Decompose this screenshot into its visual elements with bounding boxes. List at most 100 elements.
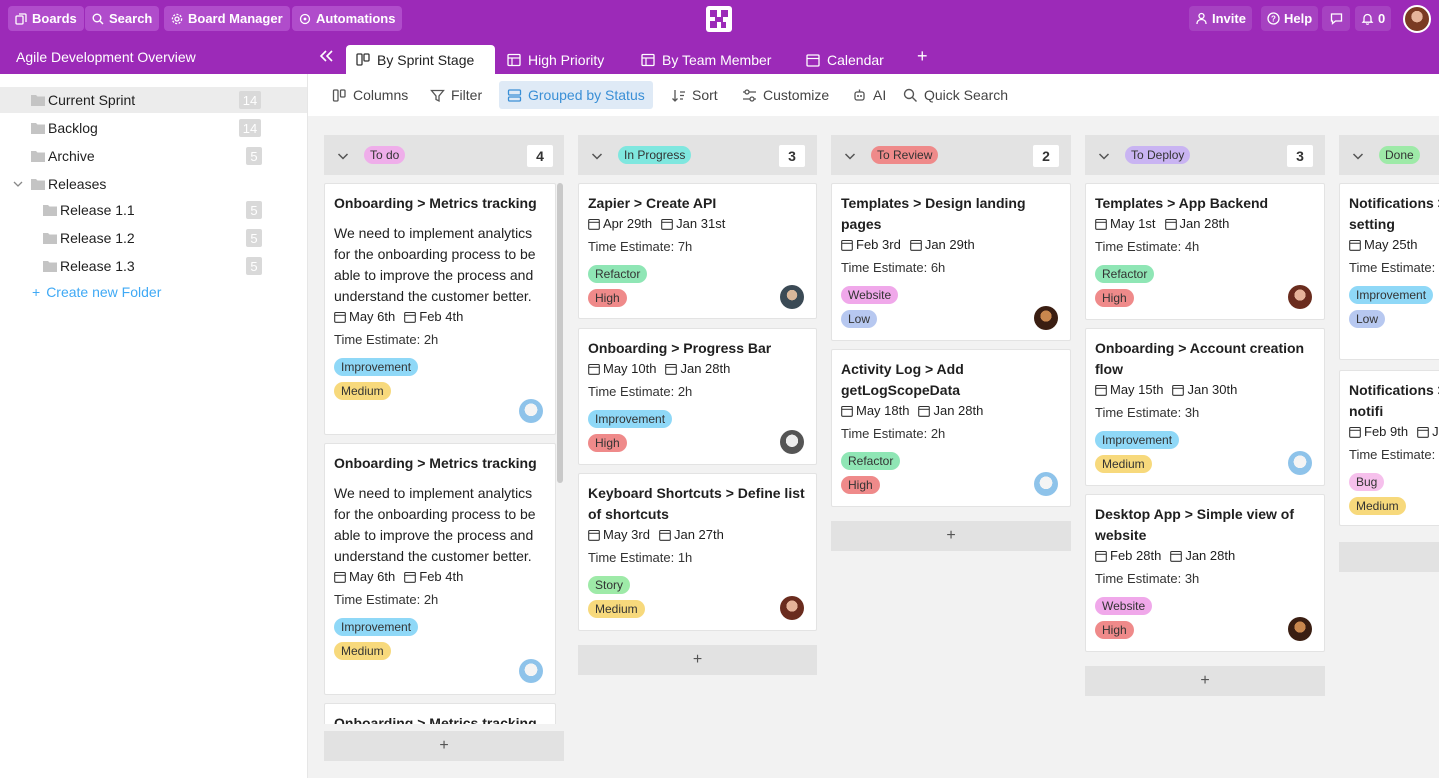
filter-button[interactable]: Filter — [422, 81, 490, 109]
calendar-icon — [1170, 550, 1183, 562]
card-title: Onboarding > Account creation flow — [1095, 340, 1305, 377]
tag-priority: High — [588, 434, 627, 452]
sort-button[interactable]: Sort — [663, 81, 726, 109]
folder-release-1-1[interactable]: Release 1.1 5 — [0, 197, 307, 223]
calendar-icon — [1172, 384, 1185, 396]
task-card[interactable]: Onboarding > Progress Bar May 10th Jan 2… — [578, 328, 817, 465]
card-description: We need to implement analytics for the o… — [334, 225, 536, 304]
assignee-avatar[interactable] — [1288, 451, 1312, 475]
customize-button[interactable]: Customize — [734, 81, 837, 109]
column-header-in-progress[interactable]: In Progress 3 — [578, 135, 817, 175]
status-badge: In Progress — [618, 146, 692, 164]
tab-calendar[interactable]: Calendar — [796, 45, 894, 74]
assignee-avatar[interactable] — [519, 659, 543, 683]
assignee-avatar[interactable] — [1288, 617, 1312, 641]
card-title: Onboarding > Metrics tracking — [334, 195, 537, 211]
tag-type: Improvement — [1349, 286, 1434, 304]
calendar-icon — [334, 571, 346, 583]
task-card[interactable]: Notifications > Mention notifi Feb 9th J… — [1339, 370, 1439, 526]
assignee-avatar[interactable] — [1034, 472, 1058, 496]
help-button[interactable]: ? Help — [1261, 6, 1319, 31]
assignee-avatar[interactable] — [780, 285, 804, 309]
folder-release-1-2[interactable]: Release 1.2 5 — [0, 225, 307, 251]
column-header-to-deploy[interactable]: To Deploy 3 — [1085, 135, 1325, 175]
folder-icon — [31, 179, 45, 190]
assignee-avatar[interactable] — [519, 399, 543, 423]
chevron-down-icon[interactable] — [1351, 149, 1365, 163]
calendar-icon — [1095, 550, 1107, 562]
task-card[interactable]: Templates > Design landing pages Feb 3rd… — [831, 183, 1071, 341]
chevron-down-icon[interactable] — [843, 149, 857, 163]
calendar-icon — [1417, 426, 1429, 438]
chevron-down-icon[interactable] — [336, 149, 350, 163]
card-title: Desktop App > Simple view of website — [1095, 506, 1295, 543]
create-folder-button[interactable]: + Create new Folder — [32, 284, 161, 300]
assignee-avatar[interactable] — [1034, 306, 1058, 330]
collapse-sidebar-icon[interactable] — [318, 47, 336, 65]
folder-current-sprint[interactable]: Current Sprint 14 — [0, 87, 307, 113]
search-button[interactable]: Search — [85, 6, 160, 31]
automations-icon — [299, 13, 311, 24]
start-date: May 1st — [1110, 216, 1156, 231]
notifications-button[interactable]: 0 — [1355, 6, 1392, 31]
automations-button[interactable]: Automations — [292, 6, 403, 31]
due-date: Feb 4th — [419, 309, 464, 324]
calendar-icon — [588, 218, 600, 230]
task-card[interactable]: Onboarding > Account creation flow May 1… — [1085, 328, 1325, 486]
chat-button[interactable] — [1322, 6, 1350, 31]
assignee-avatar[interactable] — [780, 596, 804, 620]
column-scrollbar[interactable] — [557, 183, 563, 483]
quick-search-input[interactable]: Quick Search — [895, 81, 1016, 109]
task-card[interactable]: Onboarding > Metrics tracking We need to… — [324, 183, 556, 435]
add-card-button[interactable]: + — [578, 645, 817, 675]
task-card[interactable]: Keyboard Shortcuts > Define list of shor… — [578, 473, 817, 631]
folder-backlog[interactable]: Backlog 14 — [0, 115, 307, 141]
add-card-button[interactable]: + — [1085, 666, 1325, 696]
assignee-avatar[interactable] — [1288, 285, 1312, 309]
task-card[interactable]: Notifications > notification at setting … — [1339, 183, 1439, 360]
time-estimate: Time Estimate: 6h — [841, 260, 946, 275]
ai-label: AI — [873, 87, 887, 103]
folder-archive[interactable]: Archive 5 — [0, 143, 307, 169]
column-count: 2 — [1033, 145, 1059, 167]
due-date: Ja — [1432, 424, 1439, 439]
card-title: Keyboard Shortcuts > Define list of shor… — [588, 485, 805, 522]
columns-button[interactable]: Columns — [324, 81, 416, 109]
chevron-down-icon[interactable] — [12, 178, 24, 190]
user-avatar[interactable] — [1403, 5, 1431, 33]
invite-button[interactable]: Invite — [1189, 6, 1252, 31]
tab-by-sprint-stage[interactable]: By Sprint Stage — [346, 45, 495, 74]
folder-count: 14 — [239, 91, 261, 109]
add-card-button[interactable] — [1339, 542, 1439, 572]
tab-label: High Priority — [528, 51, 605, 68]
ai-button[interactable]: AI — [844, 81, 894, 109]
folder-release-1-3[interactable]: Release 1.3 5 — [0, 253, 307, 279]
folder-count: 5 — [246, 229, 262, 247]
grouped-by-status-button[interactable]: Grouped by Status — [499, 81, 653, 109]
tag-improvement: Improvement — [334, 358, 419, 376]
tab-high-priority[interactable]: High Priority — [497, 45, 614, 74]
task-card[interactable]: Desktop App > Simple view of website Feb… — [1085, 494, 1325, 652]
folder-releases[interactable]: Releases — [0, 171, 307, 197]
board-manager-button[interactable]: Board Manager — [164, 6, 290, 31]
card-dates: May 25th — [1349, 235, 1439, 254]
add-tab-button[interactable]: + — [917, 47, 928, 65]
chevron-down-icon[interactable] — [1097, 149, 1111, 163]
column-header-to-review[interactable]: To Review 2 — [831, 135, 1071, 175]
chevron-down-icon[interactable] — [590, 149, 604, 163]
tag-priority: High — [1095, 289, 1134, 307]
assignee-avatar[interactable] — [780, 430, 804, 454]
time-estimate: Time Estimate: 2 — [1349, 260, 1439, 275]
add-card-button[interactable]: + — [831, 521, 1071, 551]
task-card[interactable]: Onboarding > Metrics tracking We need to… — [324, 443, 556, 695]
task-card[interactable]: Activity Log > Add getLogScopeData May 1… — [831, 349, 1071, 507]
boards-button[interactable]: Boards — [8, 6, 84, 31]
task-card[interactable]: Templates > App Backend May 1st Jan 28th… — [1085, 183, 1325, 320]
time-estimate: Time Estimate: 2h — [334, 592, 439, 607]
card-dates: May 3rd Jan 27th — [588, 525, 807, 544]
column-header-todo[interactable]: To do 4 — [324, 135, 564, 175]
task-card[interactable]: Zapier > Create API Apr 29th Jan 31st Ti… — [578, 183, 817, 319]
add-card-button[interactable]: + — [324, 731, 564, 761]
column-header-done[interactable]: Done — [1339, 135, 1439, 175]
tab-by-team-member[interactable]: By Team Member — [631, 45, 781, 74]
